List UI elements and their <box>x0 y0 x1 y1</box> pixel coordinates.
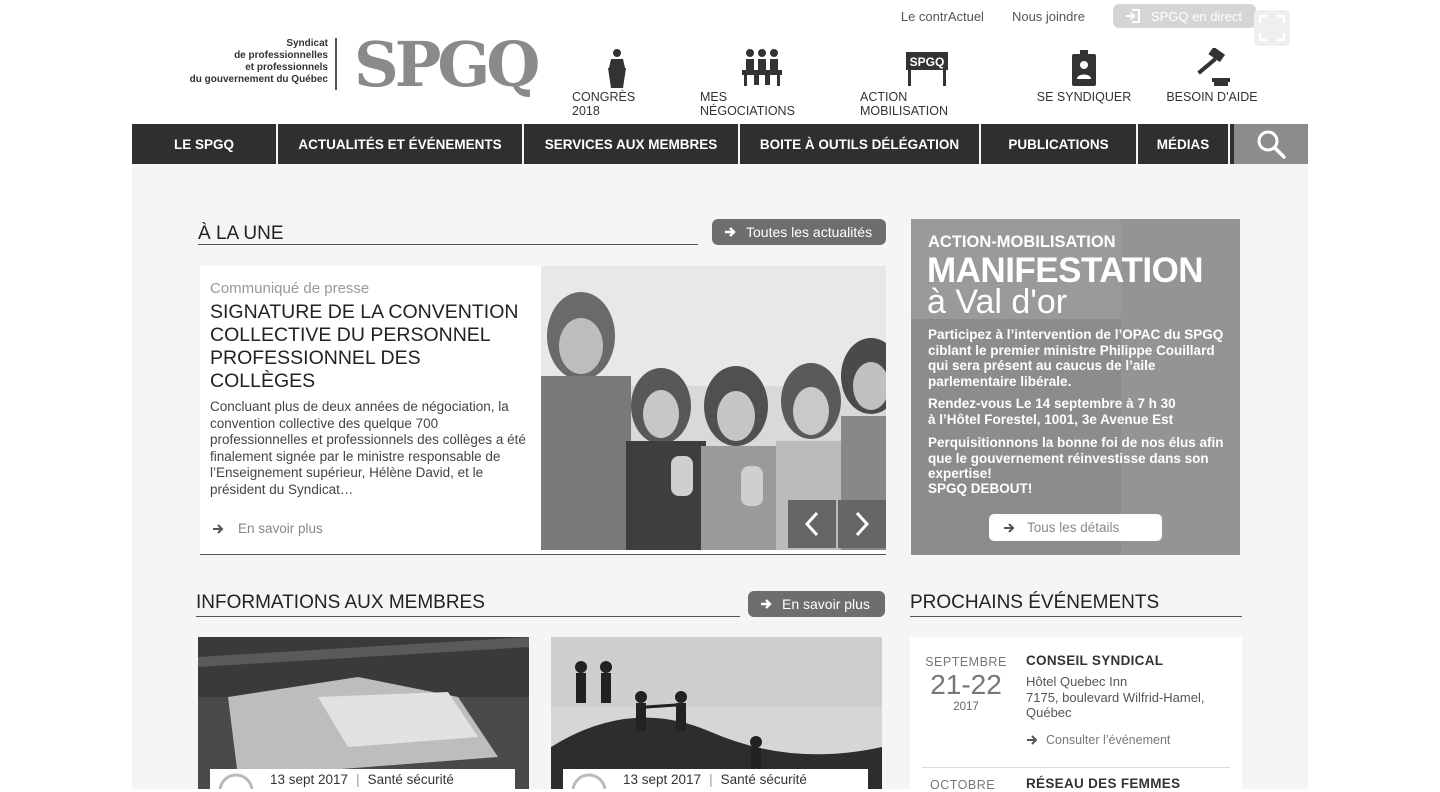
article-excerpt: Concluant plus de deux années de négocia… <box>210 399 526 497</box>
card-meta: 13 sept 2017 | Santé sécurité <box>210 769 515 789</box>
card-image <box>198 637 529 789</box>
promo-category: ACTION-MOBILISATION <box>928 233 1116 251</box>
negotiation-table-icon <box>740 46 784 90</box>
event-date: SEPTEMBRE 21-22 2017 <box>925 655 1007 713</box>
featured-photo <box>541 266 886 550</box>
event-month: OCTOBRE <box>930 778 996 792</box>
spgq-live-label: SPGQ en direct <box>1150 8 1242 24</box>
search-icon <box>1257 130 1286 159</box>
contractuel-link[interactable]: Le contrActuel <box>901 9 984 24</box>
category-icon <box>571 773 607 789</box>
spgq-sign-icon: SPGQ <box>904 46 950 90</box>
read-more-link[interactable]: En savoir plus <box>212 521 323 536</box>
card-category: Santé sécurité <box>367 771 454 787</box>
nav-medias[interactable]: MÉDIAS <box>1138 124 1230 164</box>
contact-link[interactable]: Nous joindre <box>1012 9 1085 24</box>
arrow-right-icon <box>213 523 224 534</box>
event-link[interactable]: Consulter l’événement <box>1026 733 1231 747</box>
events-rule <box>910 616 1242 617</box>
slider-next-button[interactable] <box>838 500 886 548</box>
events-title: PROCHAINS ÉVÉNEMENTS <box>910 592 1160 613</box>
card-category: Santé sécurité <box>720 771 807 787</box>
main-nav: LE SPGQ ACTUALITÉS ET ÉVÉNEMENTS SERVICE… <box>132 124 1308 164</box>
events-list: SEPTEMBRE 21-22 2017 CONSEIL SYNDICAL Hô… <box>910 637 1242 792</box>
member-card[interactable]: 13 sept 2017 | Santé sécurité <box>551 637 882 789</box>
article-category: Communiqué de presse <box>210 280 370 297</box>
login-icon <box>1125 9 1140 23</box>
nav-services[interactable]: SERVICES AUX MEMBRES <box>524 124 740 164</box>
event-title[interactable]: CONSEIL SYNDICAL <box>1026 653 1231 668</box>
quick-link-negociations[interactable]: MES NÉGOCIATIONS <box>700 46 824 118</box>
svg-text:SPGQ: SPGQ <box>910 55 945 69</box>
featured-article: Communiqué de presse SIGNATURE DE LA CON… <box>200 266 886 555</box>
spgq-live-button[interactable]: SPGQ en direct <box>1112 4 1256 28</box>
arrow-right-icon <box>1027 734 1038 745</box>
quick-link-syndiquer[interactable]: SE SYNDIQUER <box>1036 46 1132 104</box>
article-headline[interactable]: SIGNATURE DE LA CONVENTION COLLECTIVE DU… <box>210 301 530 393</box>
nav-le-spgq[interactable]: LE SPGQ <box>132 124 278 164</box>
gavel-icon <box>1190 46 1234 90</box>
badge-icon <box>1070 46 1098 90</box>
promo-text-4: SPGQ DEBOUT! <box>928 481 1033 496</box>
card-date: 13 sept 2017 <box>623 771 702 787</box>
une-title: À LA UNE <box>198 223 284 244</box>
slider-controls <box>788 500 886 548</box>
logo-tagline: Syndicat de professionnelles et professi… <box>189 38 328 85</box>
arrow-right-icon <box>1004 522 1015 533</box>
quick-link-aide[interactable]: BESOIN D'AIDE <box>1162 46 1262 104</box>
utility-links: Le contrActuel Nous joindre SPGQ en dire… <box>901 4 1256 28</box>
nav-publications[interactable]: PUBLICATIONS <box>981 124 1138 164</box>
slider-prev-button[interactable] <box>788 500 836 548</box>
category-icon <box>218 773 254 789</box>
promo-text-2: Rendez-vous Le 14 septembre à 7 h 30 à l… <box>928 396 1176 427</box>
promo-details-button[interactable]: Tous les détails <box>989 514 1162 541</box>
event-address: Hôtel Quebec Inn 7175, boulevard Wilfrid… <box>1026 674 1205 720</box>
event-divider <box>922 767 1230 768</box>
une-rule <box>198 244 698 245</box>
nav-boite-outils[interactable]: BOITE À OUTILS DÉLÉGATION <box>740 124 981 164</box>
chevron-right-icon <box>855 511 870 537</box>
promo-text-1: Participez à l’intervention de l’OPAC du… <box>928 327 1224 389</box>
quick-link-mobilisation[interactable]: SPGQ ACTION MOBILISATION <box>860 46 994 118</box>
members-title: INFORMATIONS AUX MEMBRES <box>196 592 485 613</box>
logo-divider <box>335 38 337 90</box>
card-meta: 13 sept 2017 | Santé sécurité <box>563 769 868 789</box>
card-date: 13 sept 2017 <box>270 771 349 787</box>
arrow-right-icon <box>725 227 736 237</box>
search-button[interactable] <box>1234 124 1308 164</box>
arrow-right-icon <box>761 599 772 609</box>
event-details: CONSEIL SYNDICAL Hôtel Quebec Inn 7175, … <box>1026 653 1231 747</box>
promo-location: à Val d'or <box>927 283 1068 321</box>
members-rule <box>196 616 740 617</box>
quick-link-congres[interactable]: CONGRÈS 2018 <box>572 46 662 118</box>
members-more-button[interactable]: En savoir plus <box>748 591 885 617</box>
page: Le contrActuel Nous joindre SPGQ en dire… <box>132 0 1308 792</box>
nav-actualites[interactable]: ACTUALITÉS ET ÉVÉNEMENTS <box>278 124 524 164</box>
fullscreen-icon[interactable] <box>1254 10 1290 46</box>
speaker-podium-icon <box>604 46 630 90</box>
promo-banner[interactable]: ACTION-MOBILISATION MANIFESTATION à Val … <box>911 219 1240 555</box>
chevron-left-icon <box>804 511 819 537</box>
all-news-button[interactable]: Toutes les actualités <box>712 219 886 245</box>
card-image <box>551 637 882 789</box>
promo-text-3: Perquisitionnons la bonne foi de nos élu… <box>928 435 1224 481</box>
spgq-logo[interactable]: SPGQ <box>354 28 540 101</box>
member-card[interactable]: 13 sept 2017 | Santé sécurité <box>198 637 529 789</box>
header: Le contrActuel Nous joindre SPGQ en dire… <box>132 0 1308 124</box>
